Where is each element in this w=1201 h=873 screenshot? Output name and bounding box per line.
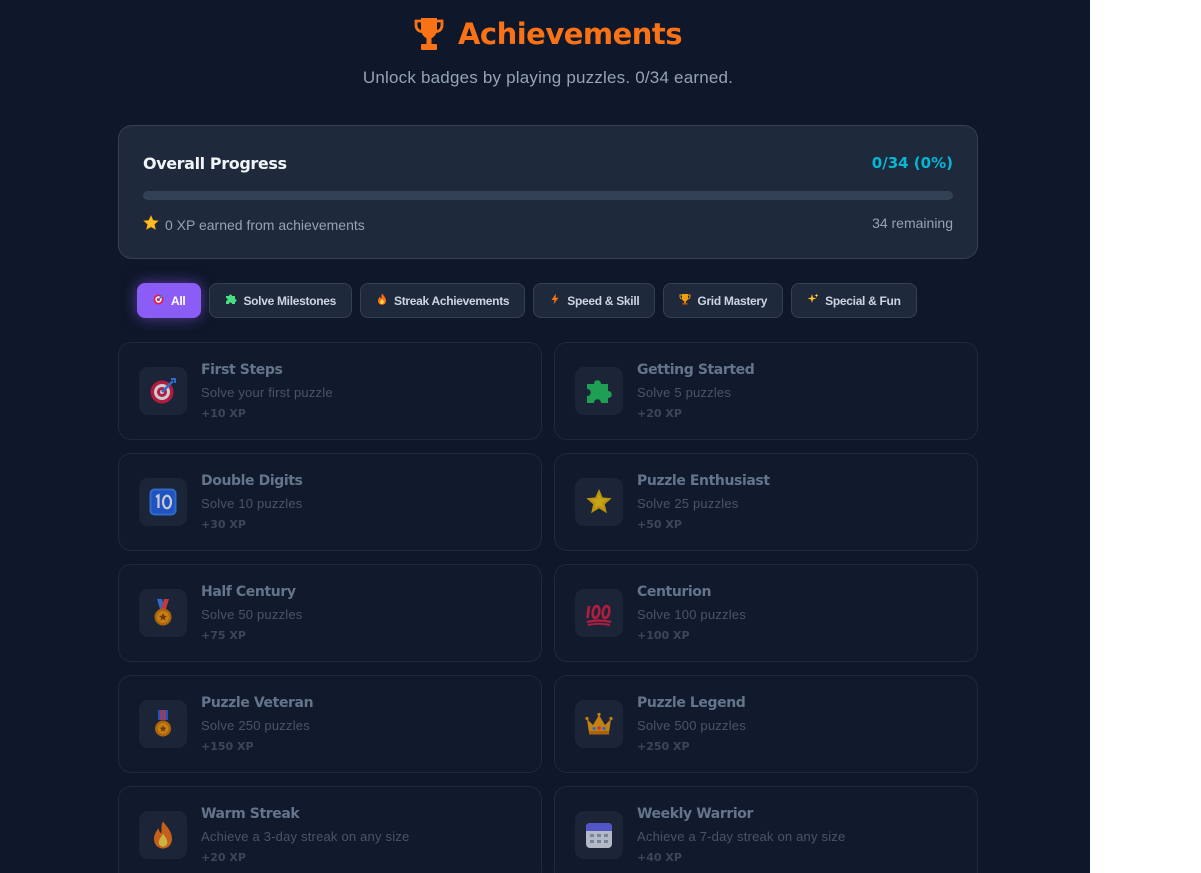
- achievement-xp: +20 XP: [637, 407, 682, 420]
- achievement-card[interactable]: Warm Streak Achieve a 3-day streak on an…: [118, 786, 542, 873]
- achievement-xp: +10 XP: [201, 407, 246, 420]
- dart-icon: [153, 293, 165, 308]
- filter-special-fun[interactable]: Special & Fun: [791, 283, 917, 318]
- progress-value: 0/34 (0%): [871, 154, 953, 172]
- puzzle-piece-icon: [225, 293, 237, 308]
- keycap-ten-icon: [139, 478, 187, 526]
- crown-icon: [575, 700, 623, 748]
- filter-label: Speed & Skill: [567, 293, 640, 308]
- sparkles-icon: [807, 293, 819, 308]
- target-icon: [139, 367, 187, 415]
- military-medal-icon: [139, 700, 187, 748]
- achievement-description: Solve 5 puzzles: [637, 385, 732, 400]
- achievement-description: Solve 25 puzzles: [637, 496, 739, 511]
- page-header: Achievements Unlock badges by playing pu…: [0, 14, 1090, 88]
- achievement-xp: +75 XP: [201, 629, 246, 642]
- achievement-xp: +250 XP: [637, 740, 690, 753]
- glowing-star-icon: [575, 478, 623, 526]
- achievement-grid: First Steps Solve your first puzzle +10 …: [118, 342, 978, 873]
- achievement-xp: +50 XP: [637, 518, 682, 531]
- category-filters: All Solve Milestones Streak Achievements…: [137, 283, 917, 318]
- achievement-description: Solve 500 puzzles: [637, 718, 746, 733]
- star-icon: [143, 215, 159, 234]
- filter-label: Streak Achievements: [394, 293, 510, 308]
- medal-icon: [139, 589, 187, 637]
- achievement-card[interactable]: Puzzle Veteran Solve 250 puzzles +150 XP: [118, 675, 542, 773]
- achievement-description: Achieve a 7-day streak on any size: [637, 829, 846, 844]
- achievement-title: Getting Started: [637, 362, 755, 378]
- achievement-xp: +100 XP: [637, 629, 690, 642]
- xp-earned: 0 XP earned from achievements: [143, 215, 365, 234]
- achievement-title: Warm Streak: [201, 806, 300, 822]
- achievement-description: Solve 50 puzzles: [201, 607, 303, 622]
- achievement-description: Solve 10 puzzles: [201, 496, 303, 511]
- calendar-icon: [575, 811, 623, 859]
- achievements-page: Achievements Unlock badges by playing pu…: [0, 0, 1090, 873]
- achievement-card[interactable]: Weekly Warrior Achieve a 7-day streak on…: [554, 786, 978, 873]
- xp-earned-text: 0 XP earned from achievements: [165, 216, 365, 233]
- achievement-card[interactable]: Double Digits Solve 10 puzzles +30 XP: [118, 453, 542, 551]
- achievement-card[interactable]: First Steps Solve your first puzzle +10 …: [118, 342, 542, 440]
- progress-title: Overall Progress: [143, 154, 287, 173]
- achievement-title: First Steps: [201, 362, 283, 378]
- puzzle-piece-icon: [575, 367, 623, 415]
- fire-icon: [376, 293, 388, 308]
- page-subtitle: Unlock badges by playing puzzles. 0/34 e…: [362, 68, 734, 87]
- filter-solve-milestones[interactable]: Solve Milestones: [209, 283, 353, 318]
- achievement-title: Double Digits: [201, 473, 303, 489]
- achievement-card[interactable]: Centurion Solve 100 puzzles +100 XP: [554, 564, 978, 662]
- achievement-title: Puzzle Legend: [637, 695, 746, 711]
- achievement-xp: +40 XP: [637, 851, 682, 864]
- achievement-card[interactable]: Half Century Solve 50 puzzles +75 XP: [118, 564, 542, 662]
- achievement-description: Solve 250 puzzles: [201, 718, 310, 733]
- filter-streak-achievements[interactable]: Streak Achievements: [360, 283, 526, 318]
- filter-label: All: [171, 293, 186, 308]
- lightning-icon: [549, 293, 561, 308]
- achievement-title: Puzzle Veteran: [201, 695, 314, 711]
- overall-progress-card: Overall Progress 0/34 (0%) 0 XP earned f…: [118, 125, 978, 259]
- achievement-description: Solve your first puzzle: [201, 385, 333, 400]
- achievement-description: Solve 100 puzzles: [637, 607, 746, 622]
- achievement-card[interactable]: Puzzle Enthusiast Solve 25 puzzles +50 X…: [554, 453, 978, 551]
- filter-label: Grid Mastery: [697, 293, 768, 308]
- achievement-xp: +20 XP: [201, 851, 246, 864]
- achievement-xp: +30 XP: [201, 518, 246, 531]
- achievement-card[interactable]: Getting Started Solve 5 puzzles +20 XP: [554, 342, 978, 440]
- achievement-xp: +150 XP: [201, 740, 254, 753]
- title-row: Achievements: [0, 14, 1090, 54]
- trophy-icon: [679, 293, 691, 308]
- remaining-count: 34 remaining: [872, 215, 953, 231]
- achievement-card[interactable]: Puzzle Legend Solve 500 puzzles +250 XP: [554, 675, 978, 773]
- achievement-description: Achieve a 3-day streak on any size: [201, 829, 410, 844]
- achievement-title: Half Century: [201, 584, 296, 600]
- hundred-points-icon: [575, 589, 623, 637]
- filter-label: Solve Milestones: [243, 293, 337, 308]
- achievement-title: Puzzle Enthusiast: [637, 473, 770, 489]
- filter-all[interactable]: All: [137, 283, 202, 318]
- achievement-title: Centurion: [637, 584, 712, 600]
- filter-grid-mastery[interactable]: Grid Mastery: [663, 283, 784, 318]
- achievement-title: Weekly Warrior: [637, 806, 753, 822]
- progress-bar: [143, 191, 953, 200]
- page-title: Achievements: [457, 17, 683, 51]
- fire-icon: [139, 811, 187, 859]
- filter-speed-skill[interactable]: Speed & Skill: [533, 283, 656, 318]
- filter-label: Special & Fun: [825, 293, 901, 308]
- trophy-icon: [414, 16, 444, 52]
